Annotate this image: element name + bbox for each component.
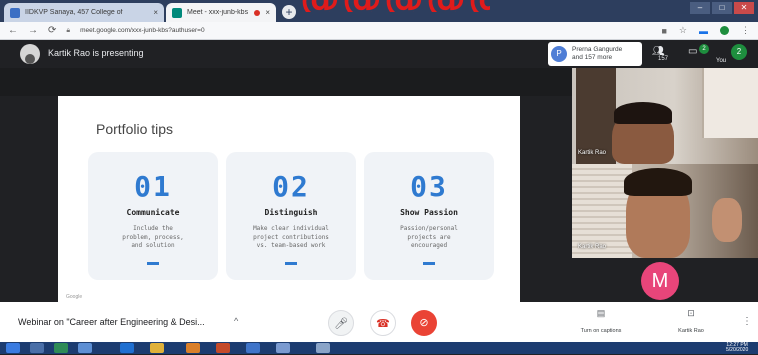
video-tile[interactable]: Kartik Rao — [572, 164, 758, 258]
taskbar-app-icon[interactable] — [186, 343, 200, 353]
back-icon[interactable]: ← — [8, 25, 18, 36]
tip-card: 02 Distinguish Make clear individual pro… — [226, 152, 356, 280]
window-close-button[interactable]: ✕ — [734, 2, 754, 14]
participant-avatar: P — [551, 46, 567, 62]
tip-name: Distinguish — [264, 208, 318, 217]
close-icon[interactable]: × — [153, 8, 158, 17]
participant-hair — [614, 102, 672, 124]
camera-permission-icon[interactable]: ■ — [661, 26, 666, 36]
tip-description: Passion/personal projects are encouraged — [400, 225, 458, 249]
meet-favicon-icon — [172, 7, 182, 18]
taskbar-app-icon[interactable] — [216, 343, 230, 353]
maximize-button[interactable]: □ — [712, 2, 732, 14]
presenter-avatar — [20, 44, 40, 64]
tip-card: 03 Show Passion Passion/personal project… — [364, 152, 494, 280]
recording-dot-icon — [254, 9, 261, 16]
taskbar-app-icon[interactable] — [276, 343, 290, 353]
more-options-icon[interactable]: ⋮ — [742, 316, 752, 327]
tip-card: 01 Communicate Include the problem, proc… — [88, 152, 218, 280]
tile-name-label: Kartik Rao — [578, 150, 607, 156]
tip-name: Show Passion — [400, 208, 458, 217]
browser-tab-college[interactable]: IIDKVP Sanaya, 457 College of × — [4, 3, 164, 22]
captions-label: Turn on captions — [580, 328, 622, 334]
participant-hand — [712, 198, 742, 242]
tip-number: 02 — [272, 170, 310, 203]
participant-avatar: M — [641, 262, 679, 300]
tip-number: 01 — [134, 170, 172, 203]
start-icon[interactable] — [6, 343, 20, 353]
end-call-button[interactable]: ☎︎ — [370, 310, 396, 336]
tab-title: Meet - xxx-junb-kbs — [187, 9, 249, 16]
extension-icons: ■ ☆ ▬ ⋮ — [661, 25, 750, 36]
ie-icon[interactable] — [120, 343, 134, 353]
stage-top-band — [0, 68, 572, 96]
participants-names: Prerna Gangurde and 157 more — [572, 46, 623, 61]
microphone-button[interactable]: 🎤︎ — [328, 310, 354, 336]
chevron-up-icon[interactable]: ^ — [234, 316, 238, 326]
tab-title: IIDKVP Sanaya, 457 College of — [25, 9, 123, 16]
taskbar-app-icon[interactable] — [246, 343, 260, 353]
os-taskbar — [0, 342, 758, 354]
tip-description: Make clear individual project contributi… — [253, 225, 329, 249]
taskbar-app-icon[interactable] — [54, 343, 68, 353]
extension-icon[interactable]: ▬ — [699, 26, 708, 36]
accent-dash — [147, 262, 159, 265]
tip-description: Include the problem, process, and soluti… — [122, 225, 184, 249]
slide-footer: Google — [66, 294, 83, 300]
chrome-icon[interactable] — [150, 343, 164, 353]
taskbar-app-icon[interactable] — [30, 343, 44, 353]
self-label: You — [716, 58, 727, 64]
camera-off-button[interactable]: ⊘ — [411, 310, 437, 336]
profile-icon[interactable] — [720, 26, 729, 35]
reload-icon[interactable]: ⟳ — [48, 25, 56, 36]
participant-hair — [624, 168, 692, 196]
forward-icon[interactable]: → — [28, 25, 38, 36]
slide-title: Portfolio tips — [96, 121, 174, 137]
address-bar: ← → ⟳ 🔒︎ meet.google.com/xxx-junb-kbs?au… — [0, 22, 758, 40]
menu-icon[interactable]: ⋮ — [741, 25, 750, 36]
lock-icon[interactable]: 🔒︎ — [66, 27, 70, 35]
accent-dash — [423, 262, 435, 265]
tile-name-label: Kartik Rao — [578, 244, 607, 250]
tip-number: 03 — [410, 170, 448, 203]
close-icon[interactable]: × — [265, 8, 270, 17]
captions-icon: ▤ — [596, 308, 606, 318]
video-tile[interactable]: Kartik Rao — [572, 68, 758, 164]
participant-count: 157 — [658, 56, 669, 62]
browser-tab-meet[interactable]: Meet - xxx-junb-kbs × — [166, 3, 276, 22]
presenting-banner: Kartik Rao is presenting — [48, 48, 144, 58]
participants-chip[interactable]: P Prerna Gangurde and 157 more — [548, 42, 642, 66]
captions-button[interactable]: ▤ Turn on captions — [570, 308, 632, 337]
meeting-details-button[interactable]: Webinar on "Career after Engineering & D… — [18, 317, 205, 327]
tip-name: Communicate — [126, 208, 180, 217]
self-avatar[interactable]: 2 — [731, 44, 747, 60]
system-clock[interactable]: 12:27 PM 5/20/2020 — [726, 343, 748, 353]
url-field[interactable]: meet.google.com/xxx-junb-kbs?authuser=0 — [80, 27, 651, 34]
star-icon[interactable]: ☆ — [679, 25, 687, 36]
taskbar-app-icon[interactable] — [78, 343, 92, 353]
new-tab-button[interactable]: + — [282, 5, 296, 19]
minimize-button[interactable]: – — [690, 2, 710, 14]
taskbar-app-icon[interactable] — [316, 343, 330, 353]
chat-icon[interactable]: ▭ — [688, 46, 697, 57]
window-controls: – □ ✕ — [690, 2, 754, 14]
chat-badge: 2 — [699, 44, 709, 54]
present-screen-icon: ⊡ — [687, 308, 695, 318]
site-favicon-icon — [10, 7, 20, 18]
video-background — [702, 68, 758, 138]
red-scribble-annotation: @@@@@@ — [300, 0, 490, 12]
accent-dash — [285, 262, 297, 265]
